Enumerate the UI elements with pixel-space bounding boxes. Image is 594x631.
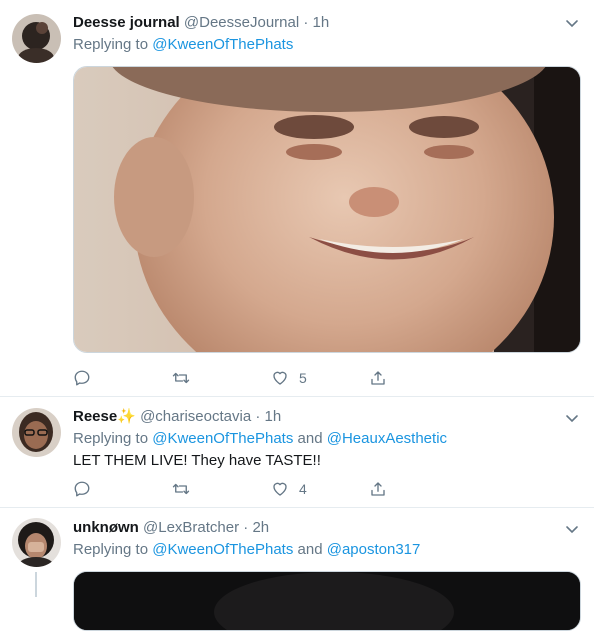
like-icon — [273, 371, 287, 385]
separator-dot: · — [243, 519, 249, 536]
share-icon — [371, 371, 385, 385]
share-button[interactable] — [369, 367, 397, 389]
timestamp[interactable]: 1h — [313, 14, 330, 31]
timeline: Deesse journal @DeesseJournal · 1h Reply… — [0, 0, 594, 631]
reply-button[interactable] — [73, 478, 101, 500]
avatar[interactable] — [12, 518, 61, 567]
chevron-down-icon[interactable] — [564, 15, 580, 31]
user-handle[interactable]: @DeesseJournal — [184, 14, 299, 31]
avatar[interactable] — [12, 408, 61, 457]
share-button[interactable] — [369, 478, 397, 500]
like-button[interactable]: 4 — [271, 478, 307, 500]
user-handle[interactable]: @LexBratcher — [143, 519, 239, 536]
tweet-media[interactable] — [73, 66, 581, 353]
retweet-button[interactable] — [172, 367, 200, 389]
mention-link[interactable]: @KweenOfThePhats — [152, 541, 293, 558]
timestamp[interactable]: 2h — [252, 519, 269, 536]
replying-to-label: Replying to — [73, 541, 149, 558]
like-count: 5 — [299, 370, 307, 386]
tweet-text: LET THEM LIVE! They have TASTE!! — [73, 452, 321, 469]
reply-icon — [74, 481, 90, 497]
user-handle[interactable]: @chariseoctavia — [140, 408, 251, 425]
reply-button[interactable] — [73, 367, 101, 389]
chevron-down-icon[interactable] — [564, 521, 580, 537]
mention-link[interactable]: @HeauxAesthetic — [327, 430, 447, 447]
display-name[interactable]: Reese — [73, 408, 117, 425]
avatar[interactable] — [12, 14, 61, 63]
chevron-down-icon[interactable] — [564, 410, 580, 426]
retweet-icon — [172, 483, 190, 495]
tweet-media[interactable] — [73, 571, 581, 631]
tweet-3[interactable]: unknøwn @LexBratcher · 2h Replying to @K… — [0, 508, 594, 631]
share-icon — [371, 482, 385, 496]
separator-dot: · — [255, 408, 261, 425]
mention-link[interactable]: @aposton317 — [327, 541, 421, 558]
and-label: and — [297, 430, 323, 447]
mention-link[interactable]: @KweenOfThePhats — [152, 430, 293, 447]
replying-to-label: Replying to — [73, 430, 149, 447]
retweet-icon — [172, 372, 190, 384]
reply-icon — [74, 370, 90, 386]
retweet-button[interactable] — [172, 478, 200, 500]
like-button[interactable]: 5 — [271, 367, 307, 389]
display-name[interactable]: unknøwn — [73, 519, 139, 536]
mention-link[interactable]: @KweenOfThePhats — [152, 36, 293, 53]
replying-to-label: Replying to — [73, 36, 149, 53]
display-name[interactable]: Deesse journal — [73, 14, 180, 31]
tweet-1[interactable]: Deesse journal @DeesseJournal · 1h Reply… — [0, 0, 594, 396]
sparkles-emoji: ✨ — [117, 408, 136, 425]
and-label: and — [297, 541, 323, 558]
thread-line — [35, 572, 37, 597]
like-icon — [273, 482, 287, 496]
separator-dot: · — [303, 14, 309, 31]
timestamp[interactable]: 1h — [265, 408, 282, 425]
tweet-2[interactable]: Reese✨ @chariseoctavia · 1h Replying to … — [0, 397, 594, 507]
like-count: 4 — [299, 481, 307, 497]
